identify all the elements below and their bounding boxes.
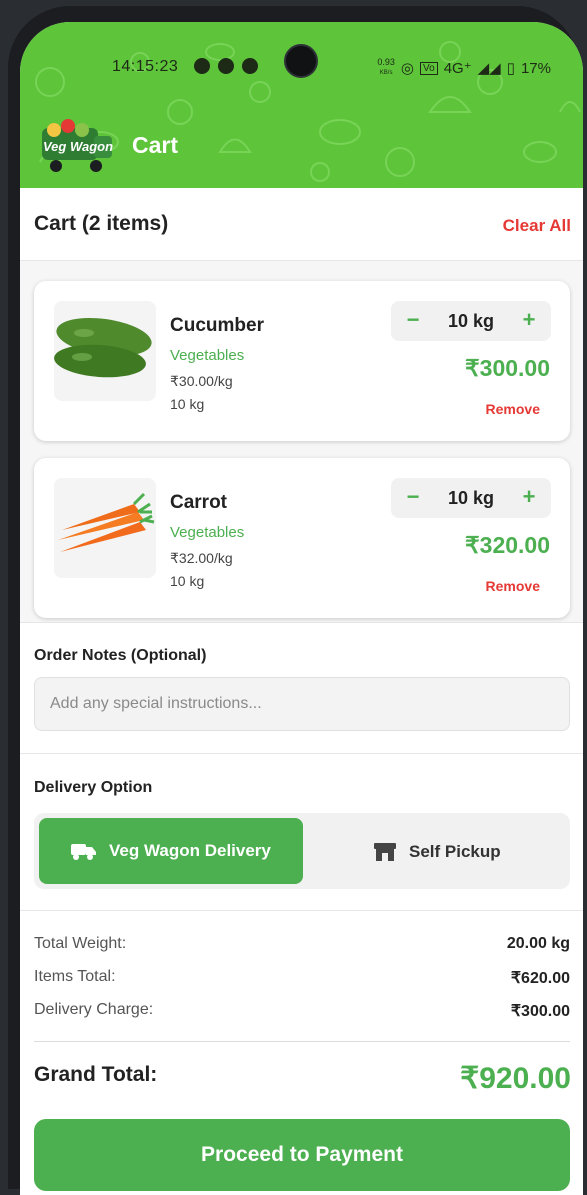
decrease-quantity-button[interactable]: − <box>401 484 425 512</box>
status-right: 0.93 KB/s ◎ Vo 4G⁺ ◢◢ ▯ 17% <box>377 58 551 78</box>
clear-all-button[interactable]: Clear All <box>503 216 571 236</box>
order-summary: Total Weight: 20.00 kg Items Total: ₹620… <box>20 910 583 1195</box>
items-total-label: Items Total: <box>34 968 116 985</box>
logo-graphic: Veg Wagon <box>42 119 113 172</box>
items-total-row: Items Total: ₹620.00 <box>34 968 570 987</box>
grand-total-value: ₹920.00 <box>460 1062 571 1095</box>
decrease-quantity-button[interactable]: − <box>401 307 425 335</box>
quantity-value: 10 kg <box>447 311 495 331</box>
phone-frame: 14:15:23 0.93 KB/s ◎ Vo 4G⁺ ◢◢ ▯ 17% Veg… <box>8 6 583 1195</box>
cart-item-card: Cucumber Vegetables ₹30.00/kg 10 kg − 10… <box>34 281 570 441</box>
status-time: 14:15:23 <box>112 58 179 75</box>
quantity-stepper: − 10 kg + <box>391 478 551 518</box>
item-line-total: ₹320.00 <box>465 532 550 558</box>
delivery-charge-value: ₹300.00 <box>510 1003 570 1020</box>
whatsapp-icon <box>194 58 210 74</box>
total-weight-value: 20.00 kg <box>506 935 570 952</box>
total-weight-label: Total Weight: <box>34 935 127 952</box>
order-notes-label: Order Notes (Optional) <box>34 647 207 664</box>
order-notes-section: Order Notes (Optional) <box>20 622 583 753</box>
network-speed: 0.93 KB/s <box>377 57 395 77</box>
item-quantity: 10 kg <box>170 573 205 589</box>
delivery-charge-row: Delivery Charge: ₹300.00 <box>34 1001 570 1020</box>
delivery-option-section: Delivery Option Veg Wagon Delivery Self … <box>20 753 583 910</box>
remove-item-button[interactable]: Remove <box>486 401 540 417</box>
store-icon <box>374 843 396 861</box>
veg-wagon-delivery-option[interactable]: Veg Wagon Delivery <box>39 818 303 884</box>
volte-icon: Vo <box>420 61 438 75</box>
cucumber-image <box>54 301 156 401</box>
increase-quantity-button[interactable]: + <box>517 307 541 335</box>
camera-cutout <box>284 44 318 78</box>
option-content: Veg Wagon Delivery <box>71 841 271 861</box>
delivery-option-label: Delivery Option <box>34 779 153 796</box>
notification-icon <box>218 58 234 74</box>
item-category: Vegetables <box>170 347 245 364</box>
quantity-value: 10 kg <box>447 488 495 508</box>
items-total-value: ₹620.00 <box>510 970 570 987</box>
hotspot-icon: ◎ <box>400 60 414 77</box>
option-content: Self Pickup <box>373 841 501 863</box>
cucumber-graphic <box>54 317 152 378</box>
total-weight-row: Total Weight: 20.00 kg <box>34 935 570 953</box>
increase-quantity-button[interactable]: + <box>517 484 541 512</box>
summary-divider <box>34 1041 570 1042</box>
option-label: Self Pickup <box>409 842 501 861</box>
signal-icon: ◢◢ <box>477 60 501 77</box>
item-unit-price: ₹32.00/kg <box>170 550 233 566</box>
truck-icon <box>71 844 96 860</box>
item-name: Cucumber <box>170 315 264 336</box>
item-line-total: ₹300.00 <box>465 355 550 381</box>
item-quantity: 10 kg <box>170 396 205 412</box>
app-header: 14:15:23 0.93 KB/s ◎ Vo 4G⁺ ◢◢ ▯ 17% Veg… <box>20 22 583 188</box>
item-name: Carrot <box>170 492 228 513</box>
option-label: Veg Wagon Delivery <box>109 841 271 860</box>
carrot-graphic <box>58 492 155 552</box>
page-title: Cart <box>132 132 179 158</box>
proceed-to-payment-button[interactable]: Proceed to Payment <box>34 1119 570 1191</box>
cart-header: Cart (2 items) Clear All <box>20 188 583 261</box>
quantity-stepper: − 10 kg + <box>391 301 551 341</box>
app-screen: 14:15:23 0.93 KB/s ◎ Vo 4G⁺ ◢◢ ▯ 17% Veg… <box>20 22 583 1195</box>
status-app-icons <box>194 58 258 74</box>
network-type: 4G⁺ <box>443 60 472 77</box>
delivery-toggle: Veg Wagon Delivery Self Pickup <box>34 813 570 889</box>
carrot-image <box>54 478 156 578</box>
delivery-charge-label: Delivery Charge: <box>34 1001 154 1018</box>
item-unit-price: ₹30.00/kg <box>170 373 233 389</box>
item-category: Vegetables <box>170 524 245 541</box>
cart-item-card: Carrot Vegetables ₹32.00/kg 10 kg − 10 k… <box>34 458 570 618</box>
cart-title: Cart (2 items) <box>34 212 169 235</box>
remove-item-button[interactable]: Remove <box>486 578 540 594</box>
veg-wagon-logo: Veg Wagon <box>38 118 118 176</box>
app-icon <box>242 58 258 74</box>
self-pickup-option[interactable]: Self Pickup <box>309 818 565 884</box>
battery-icon: ▯ <box>506 60 515 77</box>
grand-total-label: Grand Total: <box>34 1063 158 1086</box>
svg-text:Veg Wagon: Veg Wagon <box>43 139 113 154</box>
order-notes-input[interactable] <box>34 677 570 731</box>
battery-level: 17% <box>520 59 551 77</box>
